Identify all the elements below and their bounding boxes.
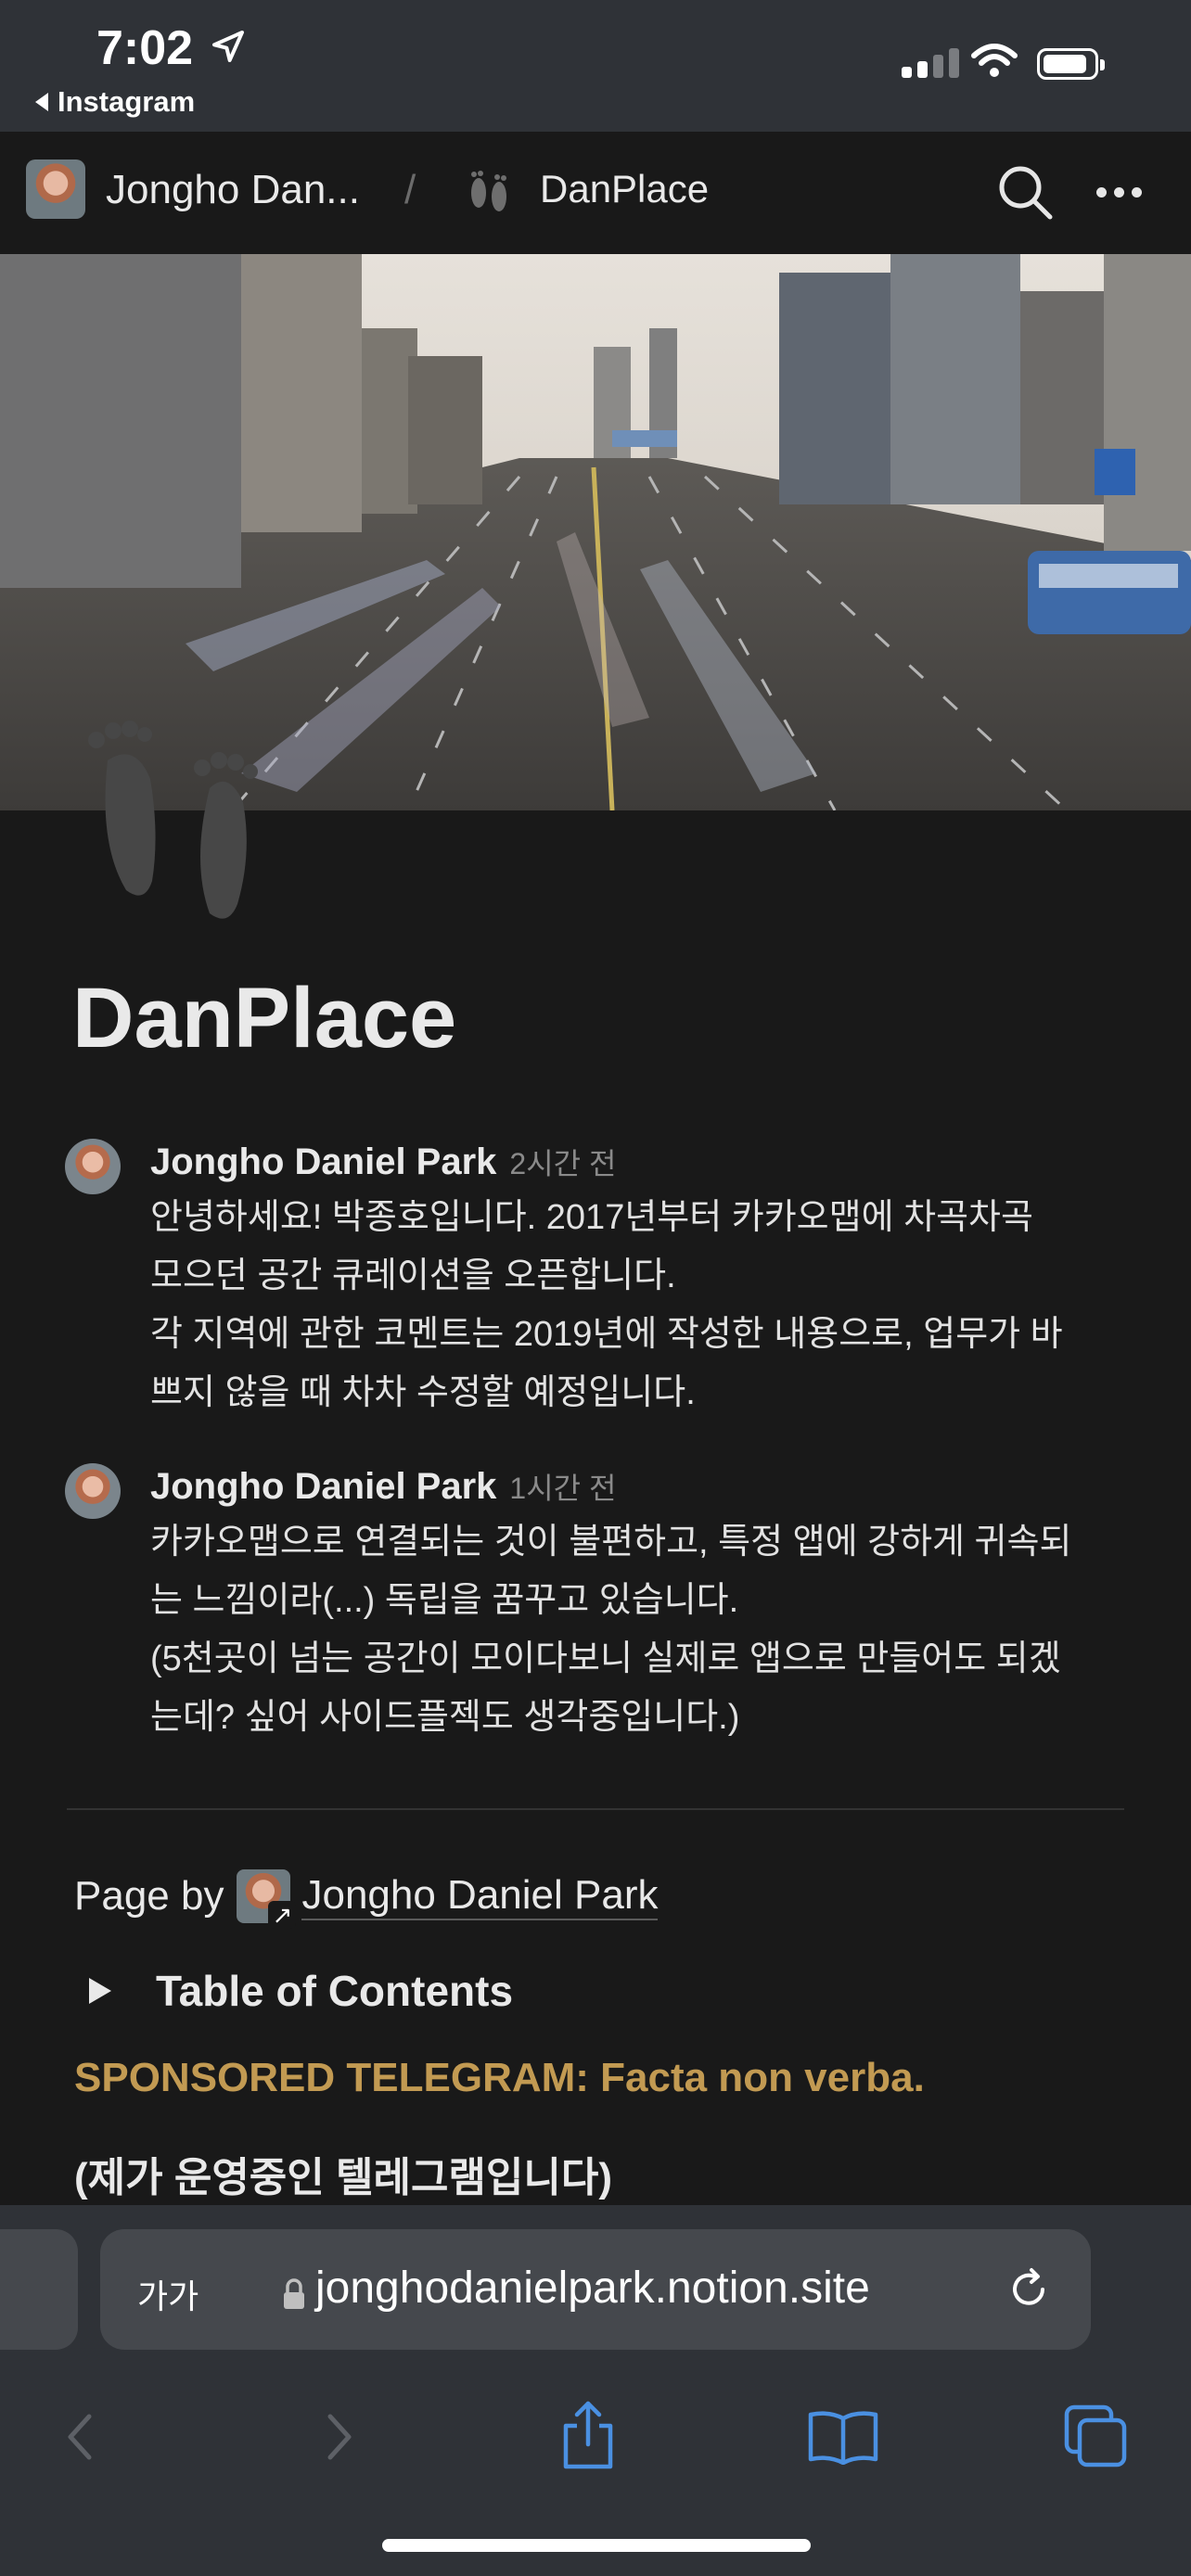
- bookmarks-icon[interactable]: [807, 2407, 879, 2465]
- toggle-triangle-icon: [89, 1978, 111, 2004]
- reload-icon[interactable]: [1004, 2264, 1054, 2315]
- back-icon[interactable]: [61, 2409, 98, 2465]
- comment-author[interactable]: Jongho Daniel Park 1시간 전: [150, 1465, 616, 1508]
- author-mini-avatar[interactable]: ↗: [237, 1869, 297, 1929]
- forward-icon[interactable]: [321, 2409, 358, 2465]
- link-arrow-icon: ↗: [268, 1901, 297, 1929]
- sponsored-heading[interactable]: SPONSORED TELEGRAM: Facta non verba.: [74, 2055, 925, 2101]
- breadcrumb-user[interactable]: Jongho Dan...: [106, 167, 360, 213]
- breadcrumb-page[interactable]: DanPlace: [540, 167, 709, 211]
- comment: Jongho Daniel Park 2시간 전 안녕하세요! 박종호입니다. 2…: [65, 1139, 1122, 1417]
- status-bar: 7:02 Instagram: [0, 0, 1191, 132]
- comment-time: 2시간 전: [509, 1147, 617, 1180]
- back-to-app-link[interactable]: Instagram: [35, 85, 195, 119]
- wifi-icon: [971, 44, 1018, 77]
- previous-tab[interactable]: [0, 2229, 78, 2350]
- page-by: Page by ↗ Jongho Daniel Park: [74, 1869, 659, 1929]
- notion-topbar: Jongho Dan... / DanPlace: [0, 132, 1191, 254]
- comment-time: 1시간 전: [509, 1472, 617, 1505]
- footprints-icon: [471, 171, 506, 211]
- table-of-contents-toggle[interactable]: Table of Contents: [89, 1966, 513, 2016]
- lock-icon: [284, 2278, 304, 2309]
- breadcrumb-separator: /: [404, 167, 416, 212]
- comment: Jongho Daniel Park 1시간 전 카카오맵으로 연결되는 것이 불…: [65, 1463, 1122, 1741]
- status-time: 7:02: [96, 21, 194, 75]
- url-text[interactable]: jonghodanielpark.notion.site: [315, 2263, 870, 2314]
- page-title: DanPlace: [72, 971, 457, 1065]
- battery-icon: [1037, 48, 1105, 80]
- address-bar[interactable]: 가가 jonghodanielpark.notion.site: [100, 2229, 1091, 2350]
- comment-avatar[interactable]: [65, 1463, 121, 1519]
- signal-icon: [902, 48, 959, 78]
- safari-nav-row: [0, 2387, 1191, 2489]
- toc-label: Table of Contents: [156, 1967, 514, 2015]
- safari-toolbar: 가가 jonghodanielpark.notion.site: [0, 2205, 1191, 2576]
- page-by-author-link[interactable]: Jongho Daniel Park: [301, 1872, 659, 1920]
- back-app-label: Instagram: [58, 85, 196, 118]
- divider: [67, 1808, 1124, 1810]
- comment-body: 카카오맵으로 연결되는 것이 불편하고, 특정 앱에 강하게 귀속되 는 느낌이…: [150, 1523, 1072, 1737]
- more-icon[interactable]: [1096, 187, 1142, 198]
- page-by-label: Page by: [74, 1873, 224, 1919]
- comment-author[interactable]: Jongho Daniel Park 2시간 전: [150, 1141, 616, 1183]
- user-avatar[interactable]: [26, 159, 85, 219]
- comment-avatar[interactable]: [65, 1139, 121, 1194]
- home-indicator[interactable]: [382, 2539, 811, 2552]
- back-triangle-icon: [35, 93, 48, 111]
- tabs-icon[interactable]: [1063, 2404, 1130, 2470]
- share-icon[interactable]: [558, 2400, 618, 2470]
- search-icon[interactable]: [996, 163, 1056, 223]
- comment-body: 안녕하세요! 박종호입니다. 2017년부터 카카오맵에 차곡차곡 모으던 공간…: [150, 1198, 1063, 1412]
- location-arrow-icon: [212, 31, 244, 62]
- text-size-button[interactable]: 가가: [137, 2270, 198, 2318]
- note-heading: (제가 운영중인 텔레그램입니다): [74, 2155, 612, 2200]
- page-footprints-icon: [88, 721, 258, 919]
